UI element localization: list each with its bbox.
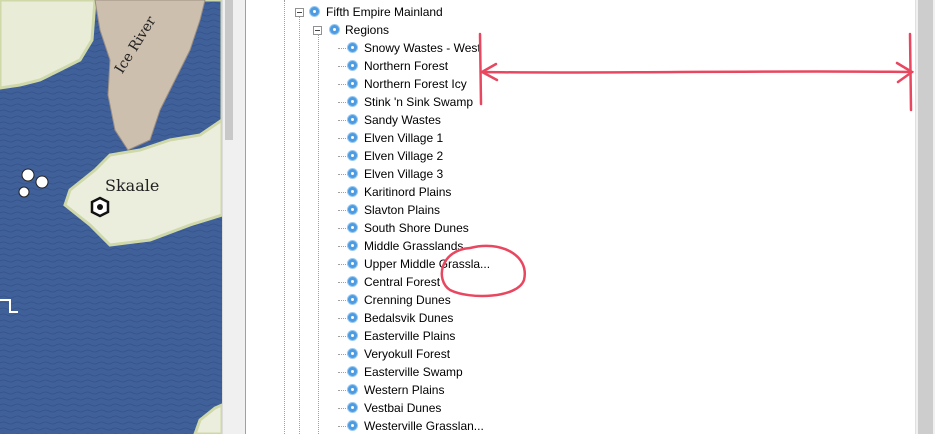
annotation-layer — [440, 32, 915, 298]
annotation-circle — [440, 244, 526, 298]
annotation-bar-left — [478, 32, 483, 106]
annotation-arrow-line — [480, 70, 914, 74]
